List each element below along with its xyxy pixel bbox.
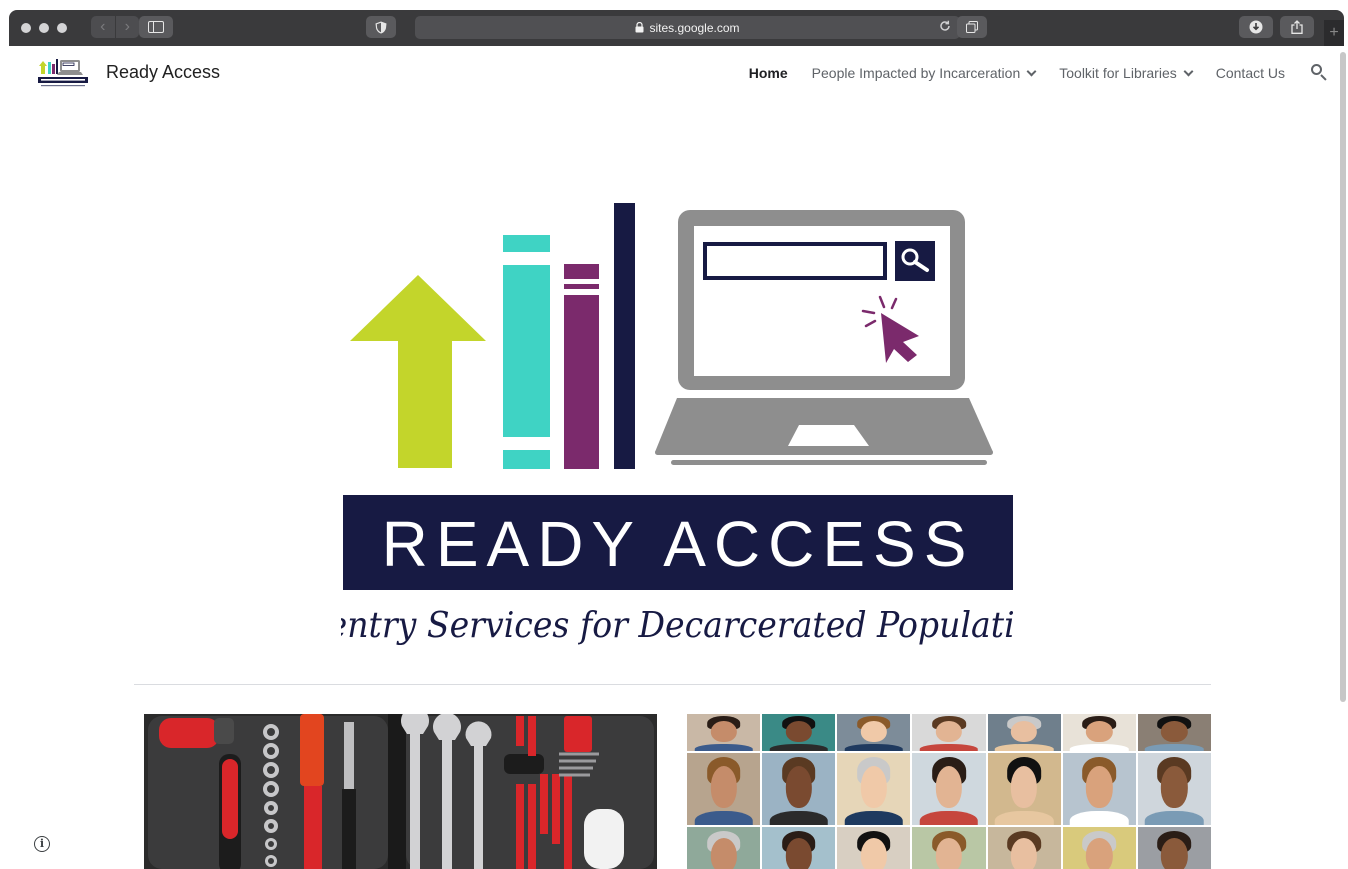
history-buttons: ‹ › <box>91 16 139 38</box>
chevron-down-icon[interactable] <box>1183 66 1194 76</box>
address-bar[interactable]: sites.google.com <box>415 16 960 39</box>
person-photo <box>1137 714 1211 751</box>
toolkit-image <box>144 714 657 869</box>
logo-tagline: Reentry Services for Decarcerated Popula… <box>341 605 1013 647</box>
logo-banner-text: READY ACCESS <box>382 508 975 580</box>
person-photo <box>687 714 761 751</box>
book-teal <box>503 235 550 252</box>
info-icon[interactable]: i <box>34 836 50 852</box>
person-photo <box>987 714 1061 751</box>
person-photo <box>837 827 911 869</box>
sidebar-toggle-button[interactable] <box>139 16 173 38</box>
person-photo <box>837 753 911 825</box>
book-teal <box>503 450 550 469</box>
share-button[interactable] <box>1280 16 1314 38</box>
nav-item-people-impacted[interactable]: People Impacted by Incarceration <box>811 65 1037 81</box>
person-photo <box>687 827 761 869</box>
person-photo <box>762 753 836 825</box>
person-photo <box>1137 827 1211 869</box>
nav-item-home[interactable]: Home <box>749 65 788 81</box>
url-text: sites.google.com <box>649 20 740 35</box>
back-button[interactable]: ‹ <box>91 16 115 38</box>
ready-access-logo: READY ACCESS Reentry Services for Decarc… <box>341 203 1013 647</box>
tab-overview-button[interactable] <box>957 16 987 38</box>
person-photo <box>1062 753 1136 825</box>
lock-icon <box>635 22 644 33</box>
nav-label: Contact Us <box>1215 65 1285 81</box>
reload-icon[interactable] <box>938 19 952 33</box>
person-photo <box>912 753 986 825</box>
section-divider <box>134 684 1211 685</box>
sidebar-icon <box>148 21 164 33</box>
site-title[interactable]: Ready Access <box>106 62 220 83</box>
people-collage-image <box>687 714 1211 869</box>
nav-label: People Impacted by Incarceration <box>811 65 1021 81</box>
download-icon <box>1249 20 1263 34</box>
person-photo <box>687 753 761 825</box>
close-window-icon[interactable] <box>21 23 31 33</box>
person-photo <box>987 827 1061 869</box>
forward-button[interactable]: › <box>114 16 140 38</box>
person-photo <box>762 714 836 751</box>
nav-label: Toolkit for Libraries <box>1059 65 1177 81</box>
person-photo <box>912 714 986 751</box>
site-logo[interactable] <box>37 54 89 90</box>
nav-label: Home <box>748 65 788 81</box>
share-icon <box>1291 20 1303 34</box>
page-content: Ready Access Home People Impacted by Inc… <box>9 46 1344 869</box>
person-photo <box>912 827 986 869</box>
main-navigation: Home People Impacted by Incarceration To… <box>725 63 1329 83</box>
privacy-report-button[interactable] <box>366 16 396 38</box>
book-teal <box>503 265 550 437</box>
minimize-window-icon[interactable] <box>39 23 49 33</box>
book-navy <box>614 203 635 469</box>
zoom-window-icon[interactable] <box>57 23 67 33</box>
person-photo <box>762 827 836 869</box>
person-photo <box>1137 753 1211 825</box>
nav-item-contact[interactable]: Contact Us <box>1216 65 1285 81</box>
tabs-icon <box>966 21 978 33</box>
browser-window: ‹ › sites.google.com + Ready Access Home… <box>0 0 1348 869</box>
new-tab-button[interactable]: + <box>1324 20 1344 46</box>
person-photo <box>1062 714 1136 751</box>
search-button[interactable] <box>1309 63 1329 83</box>
site-header: Ready Access Home People Impacted by Inc… <box>9 46 1329 100</box>
search-icon <box>1311 64 1322 75</box>
person-photo <box>987 753 1061 825</box>
book-purple <box>564 264 599 279</box>
shield-icon <box>375 21 387 33</box>
browser-toolbar: ‹ › sites.google.com <box>9 10 1344 46</box>
scrollbar[interactable] <box>1340 52 1346 702</box>
downloads-button[interactable] <box>1239 16 1273 38</box>
nav-item-toolkit[interactable]: Toolkit for Libraries <box>1059 65 1194 81</box>
search-box-graphic <box>703 242 887 280</box>
chevron-down-icon[interactable] <box>1026 66 1037 76</box>
arrow-up-icon <box>350 275 486 468</box>
person-photo <box>1062 827 1136 869</box>
person-photo <box>837 714 911 751</box>
